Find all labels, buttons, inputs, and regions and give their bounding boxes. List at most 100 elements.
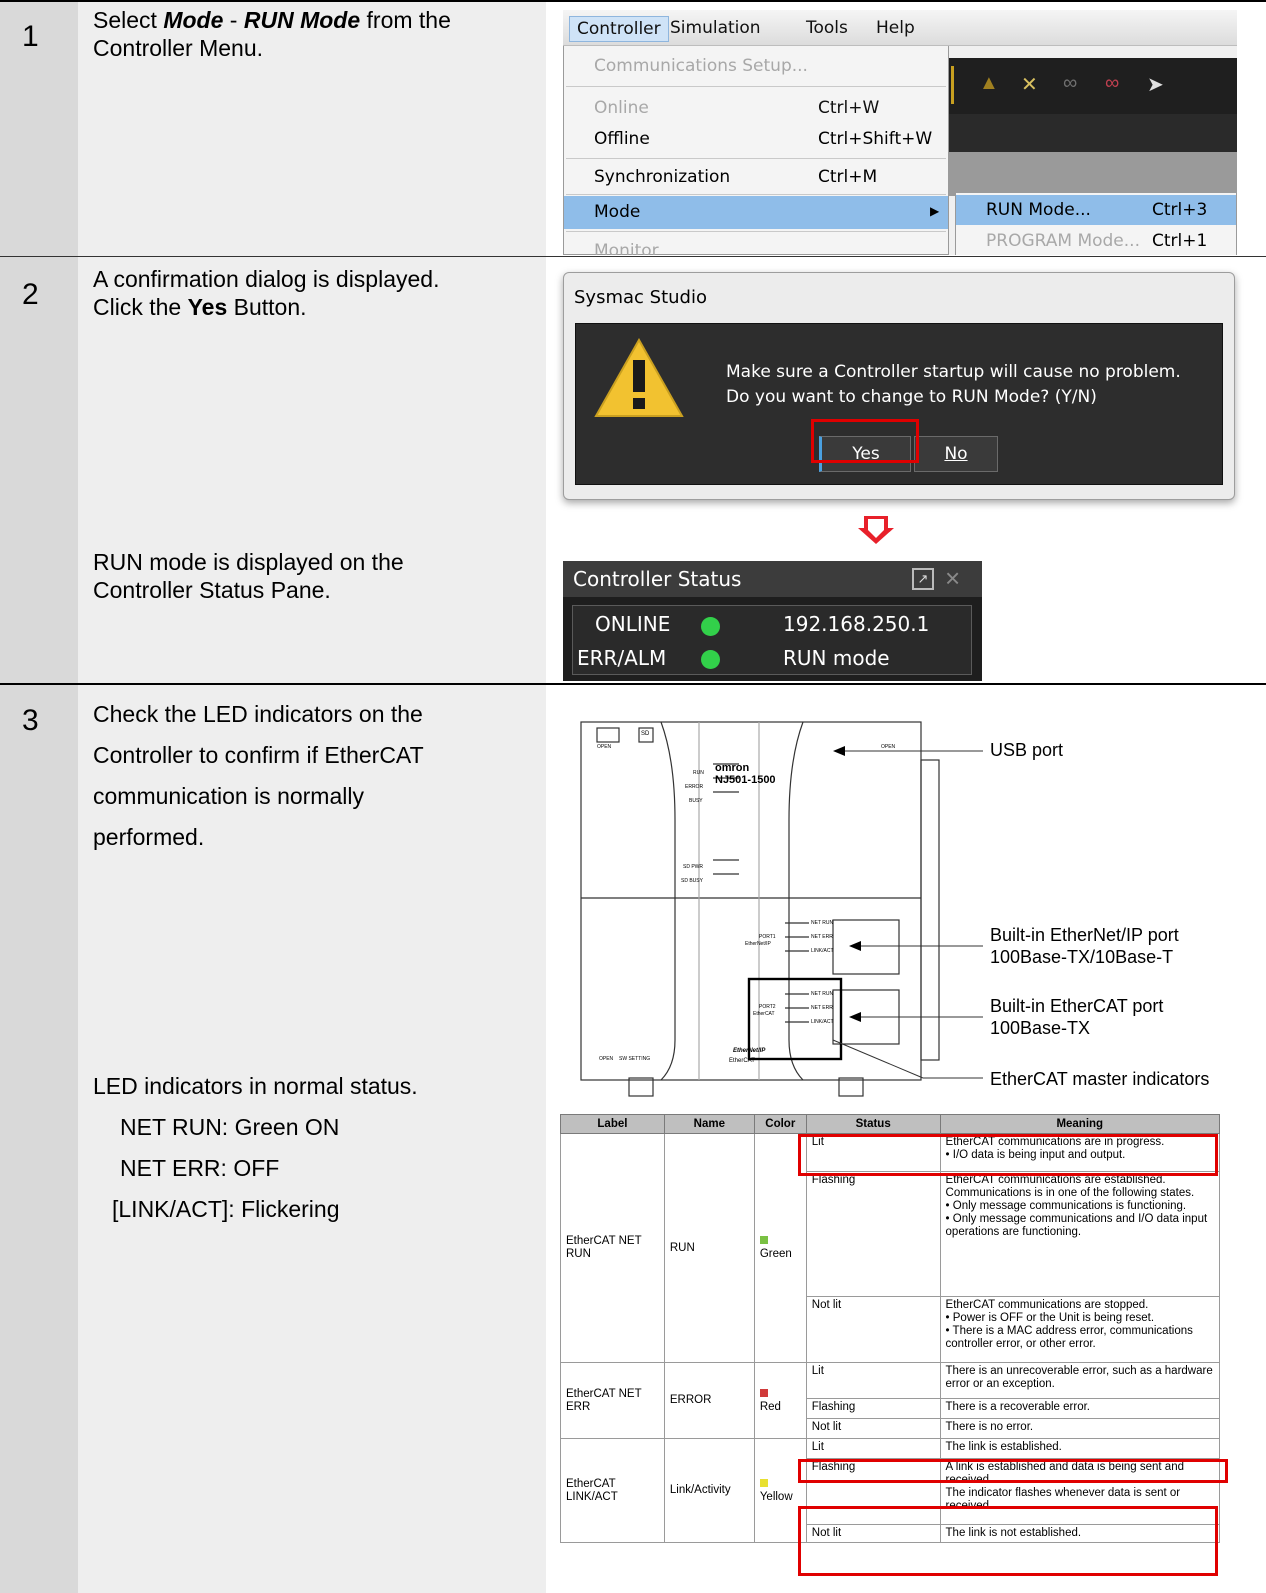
dialog-title: Sysmac Studio — [574, 287, 707, 308]
step-3-text: Check the LED indicators on the Controll… — [93, 694, 424, 858]
menu-separator — [566, 86, 946, 87]
text: A confirmation dialog is displayed. — [93, 266, 440, 292]
warning-icon — [594, 338, 684, 417]
menu-item-label: Synchronization — [594, 167, 731, 187]
highlight-box — [798, 1506, 1218, 1576]
text: Built-in EtherCAT port — [990, 996, 1164, 1016]
net-err-led-label: NET ERR — [811, 1005, 833, 1011]
menu-item-shortcut: Ctrl+M — [818, 167, 878, 187]
step-number: 1 — [22, 20, 39, 53]
menu-item-program-mode[interactable]: PROGRAM Mode... Ctrl+1 — [956, 226, 1236, 255]
ip-address: 192.168.250.1 — [783, 612, 930, 636]
menu-item-communications-setup[interactable]: Communications Setup... — [564, 50, 948, 83]
text: Check the LED indicators on the — [93, 701, 423, 727]
row-divider — [0, 256, 1266, 257]
open-label: OPEN — [599, 1056, 614, 1062]
toolbar-background — [917, 114, 1237, 152]
port2-label: PORT2 — [759, 1004, 776, 1010]
table-cell: Not lit — [805, 1296, 941, 1363]
pane-header: Controller Status ↗ × — [563, 561, 982, 597]
dialog-body: Make sure a Controller startup will caus… — [575, 323, 1223, 485]
text: Yes — [187, 294, 228, 320]
no-button[interactable]: No — [914, 436, 998, 472]
table-cell: There is an unrecoverable error, such as… — [939, 1362, 1221, 1399]
ethercat-logo: EtherCAT — [729, 1058, 755, 1064]
menu-item-synchronization[interactable]: Synchronization Ctrl+M — [564, 161, 948, 194]
menu-bar: Controller Simulation Tools Help — [563, 10, 1237, 46]
text: RUN mode is displayed on the — [93, 549, 404, 575]
table-header-row: Label Name Color Status Meaning — [560, 1114, 1221, 1134]
port2-type-label: EtherCAT — [753, 1011, 775, 1017]
busy-led-label: BUSY — [689, 798, 703, 804]
submenu-arrow-icon: ▶ — [930, 204, 940, 218]
step-number: 2 — [22, 278, 39, 311]
table-row: EtherCAT NET ERR ERROR Red Lit There is … — [560, 1362, 1221, 1439]
table-cell: EtherCAT NET RUN — [560, 1133, 665, 1363]
text: 100Base-TX — [990, 1018, 1091, 1038]
glasses-clear-icon[interactable]: ∞ — [1105, 72, 1119, 95]
highlight-box — [798, 1459, 1228, 1483]
menu-tools[interactable]: Tools — [799, 16, 855, 42]
menu-item-label: Monitor — [594, 241, 659, 255]
warning-icon[interactable]: ▲ — [979, 72, 999, 95]
close-icon[interactable]: × — [945, 563, 960, 594]
err-alm-label: ERR/ALM — [577, 646, 667, 670]
glasses-icon[interactable]: ∞ — [1063, 72, 1077, 95]
menu-item-monitor[interactable]: Monitor — [564, 235, 948, 255]
normal-status-text: LED indicators in normal status. NET RUN… — [93, 1066, 418, 1230]
open-label: OPEN — [597, 744, 612, 750]
sd-pwr-led-label: SD PWR — [683, 864, 703, 870]
float-pane-icon[interactable]: ↗ — [912, 568, 934, 590]
text: Make sure a Controller startup will caus… — [726, 362, 1181, 382]
column-header: Label — [560, 1114, 665, 1134]
controller-menu-screenshot: ▲ ✕ ∞ ∞ ➤ Controller Simulation Tools He… — [563, 10, 1237, 255]
menu-item-run-mode[interactable]: RUN Mode... Ctrl+3 — [956, 195, 1236, 225]
editor-background — [917, 152, 1237, 196]
step-1-text: Select Mode - RUN Mode from the Controll… — [93, 6, 451, 62]
step-column — [0, 2, 78, 1593]
menu-item-shortcut: Ctrl+Shift+W — [818, 129, 933, 149]
menu-simulation[interactable]: Simulation — [663, 16, 768, 42]
menu-separator — [566, 194, 946, 195]
controller-drawing — [580, 721, 983, 1097]
net-err-led-label: NET ERR — [811, 934, 833, 940]
link-act-led-label: LINK/ACT — [811, 948, 834, 954]
text: Yellow — [759, 1490, 793, 1503]
menu-controller[interactable]: Controller — [569, 16, 669, 42]
menu-item-label: PROGRAM Mode... — [986, 231, 1140, 251]
step-number: 3 — [22, 704, 39, 737]
menu-item-label: RUN Mode... — [986, 200, 1091, 220]
column-header: Color — [753, 1114, 807, 1134]
table-cell: There is no error. — [939, 1418, 1221, 1439]
ethercat-indicators-callout: EtherCAT master indicators — [990, 1069, 1210, 1089]
text: Button. — [227, 294, 307, 320]
text: Click the — [93, 294, 188, 320]
green-swatch-icon — [759, 1236, 768, 1244]
menu-help[interactable]: Help — [869, 16, 922, 42]
text: EtherCAT communications are stopped. — [945, 1299, 1149, 1311]
cursor-icon[interactable]: ➤ — [1147, 72, 1164, 97]
text: Do you want to change to RUN Mode? (Y/N) — [726, 387, 1097, 407]
column-header: Name — [663, 1114, 755, 1134]
red-swatch-icon — [759, 1388, 768, 1397]
ethernet-ip-port-callout: Built-in EtherNet/IP port 100Base-TX/10B… — [990, 924, 1179, 968]
confirmation-dialog: Sysmac Studio Make sure a Controller sta… — [563, 272, 1235, 500]
highlight-box — [811, 419, 919, 463]
text: Controller Status Pane. — [93, 577, 331, 603]
menu-item-mode[interactable]: Mode ▶ — [564, 196, 948, 229]
menu-item-online[interactable]: Online Ctrl+W — [564, 92, 948, 125]
menu-item-offline[interactable]: Offline Ctrl+Shift+W — [564, 123, 948, 156]
ethercat-port-callout: Built-in EtherCAT port 100Base-TX — [990, 995, 1163, 1039]
table-cell: Link/Activity — [663, 1438, 755, 1543]
table-cell: Flashing — [805, 1171, 941, 1297]
toolbar-background: ▲ ✕ ∞ ∞ ➤ — [917, 58, 1237, 114]
port1-type-label: EtherNet/IP — [745, 941, 771, 947]
open-label: OPEN — [881, 744, 896, 750]
text: [LINK/ACT]: Flickering — [112, 1196, 340, 1222]
link-act-led-label: LINK/ACT — [811, 1019, 834, 1025]
menu-item-shortcut: Ctrl+1 — [1152, 231, 1208, 251]
menu-item-label: Mode — [594, 202, 641, 222]
table-cell: ERROR — [663, 1362, 755, 1439]
clear-warning-icon[interactable]: ✕ — [1021, 72, 1038, 97]
text: RUN Mode — [243, 7, 361, 33]
